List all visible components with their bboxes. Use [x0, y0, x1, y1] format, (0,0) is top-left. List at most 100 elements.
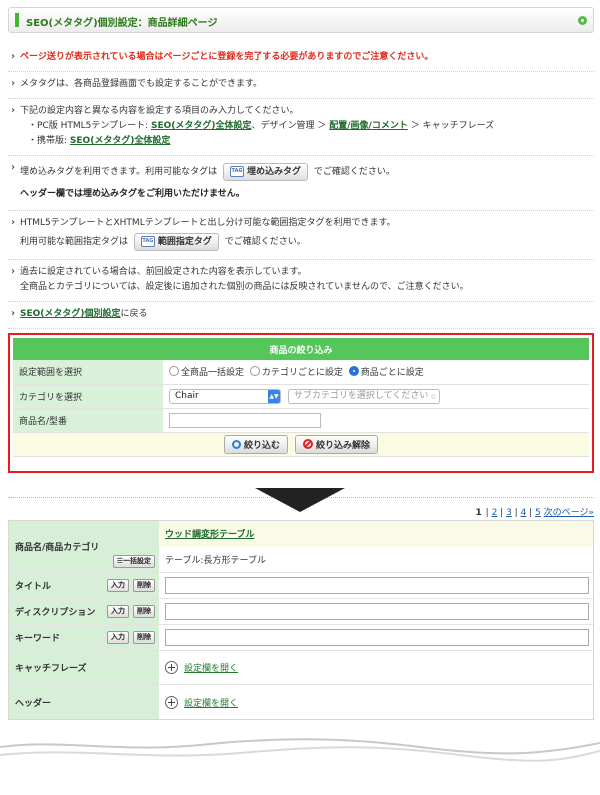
cancel-icon [302, 439, 313, 449]
category-value: Chair [175, 390, 199, 401]
select-arrows-icon: ▲▼ [268, 389, 280, 403]
description-row: ディスクリプション 入力 削除 [9, 599, 593, 625]
description-label-text: ディスクリプション [15, 608, 96, 618]
note-mobile-line: ・携帯版: SEO(メタタグ)全体設定 [20, 134, 594, 149]
note-item: メタタグは、各商品登録画面でも設定することができます。 [8, 72, 594, 99]
mobile-seo-global-link[interactable]: SEO(メタタグ)全体設定 [70, 136, 171, 146]
page-title: SEO(メタタグ)個別設定：商品詳細ページ [26, 18, 218, 29]
tag-icon: TAG [229, 166, 244, 177]
filter-caption: 商品の絞り込み [13, 338, 589, 360]
title-input[interactable] [165, 577, 589, 594]
scope-radio-group: 全商品一括設定 カテゴリごとに設定 商品ごとに設定 [163, 360, 589, 385]
delete-button[interactable]: 削除 [133, 605, 155, 618]
product-category-text: テーブル:長方形テーブル [165, 555, 266, 566]
radio-selected-icon [348, 366, 359, 376]
catchphrase-label: キャッチフレーズ [9, 651, 159, 684]
pc-prefix: ・PC版 HTML5テンプレート: [28, 121, 149, 131]
seo-global-link[interactable]: SEO(メタタグ)全体設定 [151, 121, 252, 131]
title-label-text: タイトル [15, 582, 52, 592]
scope-label: 設定範囲を選択 [13, 360, 163, 385]
page-link[interactable]: 3 [506, 508, 512, 518]
note-text: HTML5テンプレートとXHTMLテンプレートと出し分け可能な範囲指定タグを利用… [20, 218, 396, 228]
pc-suffix: ＞ キャッチフレーズ [410, 121, 495, 131]
delete-button[interactable]: 削除 [133, 579, 155, 592]
select-arrows-icon: ◇ [431, 392, 436, 400]
category-select[interactable]: Chair ▲▼ [169, 388, 281, 404]
layout-image-comment-link[interactable]: 配置/画像/コメント [329, 121, 408, 131]
delete-button[interactable]: 削除 [133, 631, 155, 644]
note-item: HTML5テンプレートとXHTMLテンプレートと出し分け可能な範囲指定タグを利用… [8, 211, 594, 260]
product-name-row: 商品名/商品カテゴリ ☰一括設定 ウッド調変形テーブル テーブル:長方形テーブル [9, 521, 593, 573]
clear-filter-button[interactable]: 絞り込み解除 [294, 434, 378, 454]
page-link[interactable]: 4 [521, 508, 527, 518]
product-name-header-text: 商品名/商品カテゴリ [15, 543, 100, 553]
page-current: 1 [475, 508, 482, 518]
embed-tag-button[interactable]: TAG 埋め込みタグ [222, 162, 308, 181]
search-icon [232, 439, 242, 449]
page-link[interactable]: 5 [535, 508, 541, 518]
subcategory-select[interactable]: サブカテゴリを選択してください ◇ [287, 388, 440, 404]
header-label: ヘッダー [9, 685, 159, 719]
input-button[interactable]: 入力 [107, 605, 129, 618]
page-header: SEO(メタタグ)個別設定：商品詳細ページ [8, 7, 594, 33]
product-info: ウッド調変形テーブル テーブル:長方形テーブル [159, 521, 593, 572]
plus-circle-icon [165, 695, 178, 709]
input-button[interactable]: 入力 [107, 631, 129, 644]
embed-tag-label: 埋め込みタグ [246, 166, 301, 177]
down-arrow-icon [255, 488, 345, 512]
radio-icon [249, 366, 260, 376]
open-settings-link[interactable]: 設定欄を開く [184, 661, 238, 674]
note-text: メタタグは、各商品登録画面でも設定することができます。 [20, 79, 263, 89]
search-button[interactable]: 絞り込む [224, 434, 289, 454]
note-item: 埋め込みタグを利用できます。利用可能なタグは TAG埋め込みタグ でご確認くださ… [8, 156, 594, 211]
note-text: 全商品とカテゴリについては、設定後に追加された個別の商品には反映されていませんの… [20, 282, 469, 292]
note-item: SEO(メタタグ)個別設定に戻る [8, 302, 594, 329]
back-suffix: に戻る [120, 309, 148, 319]
keyword-label-text: キーワード [15, 634, 61, 644]
scope-radio-product[interactable]: 商品ごとに設定 [348, 365, 424, 378]
product-link[interactable]: ウッド調変形テーブル [165, 527, 254, 540]
back-to-seo-individual-link[interactable]: SEO(メタタグ)個別設定 [20, 309, 121, 319]
radio-label: カテゴリごとに設定 [261, 367, 343, 378]
plus-circle-icon [165, 661, 178, 674]
keyword-input[interactable] [165, 629, 589, 646]
collapse-toggle-icon[interactable] [578, 16, 587, 25]
note-pc-line: ・PC版 HTML5テンプレート: SEO(メタタグ)全体設定、デザイン管理 ＞… [20, 119, 594, 134]
product-filter-panel: 商品の絞り込み 設定範囲を選択 全商品一括設定 カテゴリごとに設定 商品ごとに設… [8, 333, 594, 473]
clear-button-label: 絞り込み解除 [315, 440, 370, 451]
radio-label: 全商品一括設定 [181, 367, 245, 378]
range-tag-label: 範囲指定タグ [157, 236, 212, 247]
header-accent-bar [15, 13, 19, 27]
header-open[interactable]: 設定欄を開く [159, 685, 593, 719]
scope-radio-all[interactable]: 全商品一括設定 [169, 365, 244, 378]
filter-button-row: 絞り込む 絞り込み解除 [13, 432, 589, 457]
description-input[interactable] [165, 603, 589, 620]
scope-radio-category[interactable]: カテゴリごとに設定 [249, 365, 343, 378]
search-button-label: 絞り込む [244, 440, 281, 451]
radio-icon [169, 366, 179, 376]
subcategory-placeholder: サブカテゴリを選択してください [293, 390, 429, 401]
page-link[interactable]: 2 [492, 508, 498, 518]
note-text: 利用可能な範囲指定タグは [20, 237, 129, 247]
input-button[interactable]: 入力 [107, 579, 129, 592]
bulk-setting-button[interactable]: ☰一括設定 [112, 555, 155, 568]
keyword-row: キーワード 入力 削除 [9, 625, 593, 651]
note-text: 埋め込みタグを利用できます。利用可能なタグは [20, 167, 218, 177]
pc-mid: 、デザイン管理 ＞ [251, 121, 327, 131]
product-name-header: 商品名/商品カテゴリ ☰一括設定 [9, 521, 159, 572]
catchphrase-open[interactable]: 設定欄を開く [159, 651, 593, 684]
product-name-label: 商品名/型番 [13, 408, 163, 433]
header-row: ヘッダー 設定欄を開く [9, 685, 593, 719]
catchphrase-row: キャッチフレーズ 設定欄を開く [9, 651, 593, 685]
range-tag-button[interactable]: TAG 範囲指定タグ [133, 232, 219, 251]
warning-text: ページ送りが表示されている場合はページごとに登録を完了する必要がありますのでご注… [20, 52, 434, 62]
product-name-input[interactable] [169, 412, 321, 428]
note-item: 過去に設定されている場合は、前回設定された内容を表示しています。 全商品とカテゴ… [8, 260, 594, 302]
category-label: カテゴリを選択 [13, 384, 163, 409]
next-page-link[interactable]: 次のページ» [544, 508, 594, 518]
tag-icon: TAG [140, 236, 155, 247]
pagination: 1 | 2 | 3 | 4 | 5 次のページ» [475, 508, 594, 518]
note-text: でご確認ください。 [313, 167, 395, 177]
open-settings-link[interactable]: 設定欄を開く [184, 696, 238, 709]
note-item: 下記の設定内容と異なる内容を設定する項目のみ入力してください。 ・PC版 HTM… [8, 99, 594, 156]
